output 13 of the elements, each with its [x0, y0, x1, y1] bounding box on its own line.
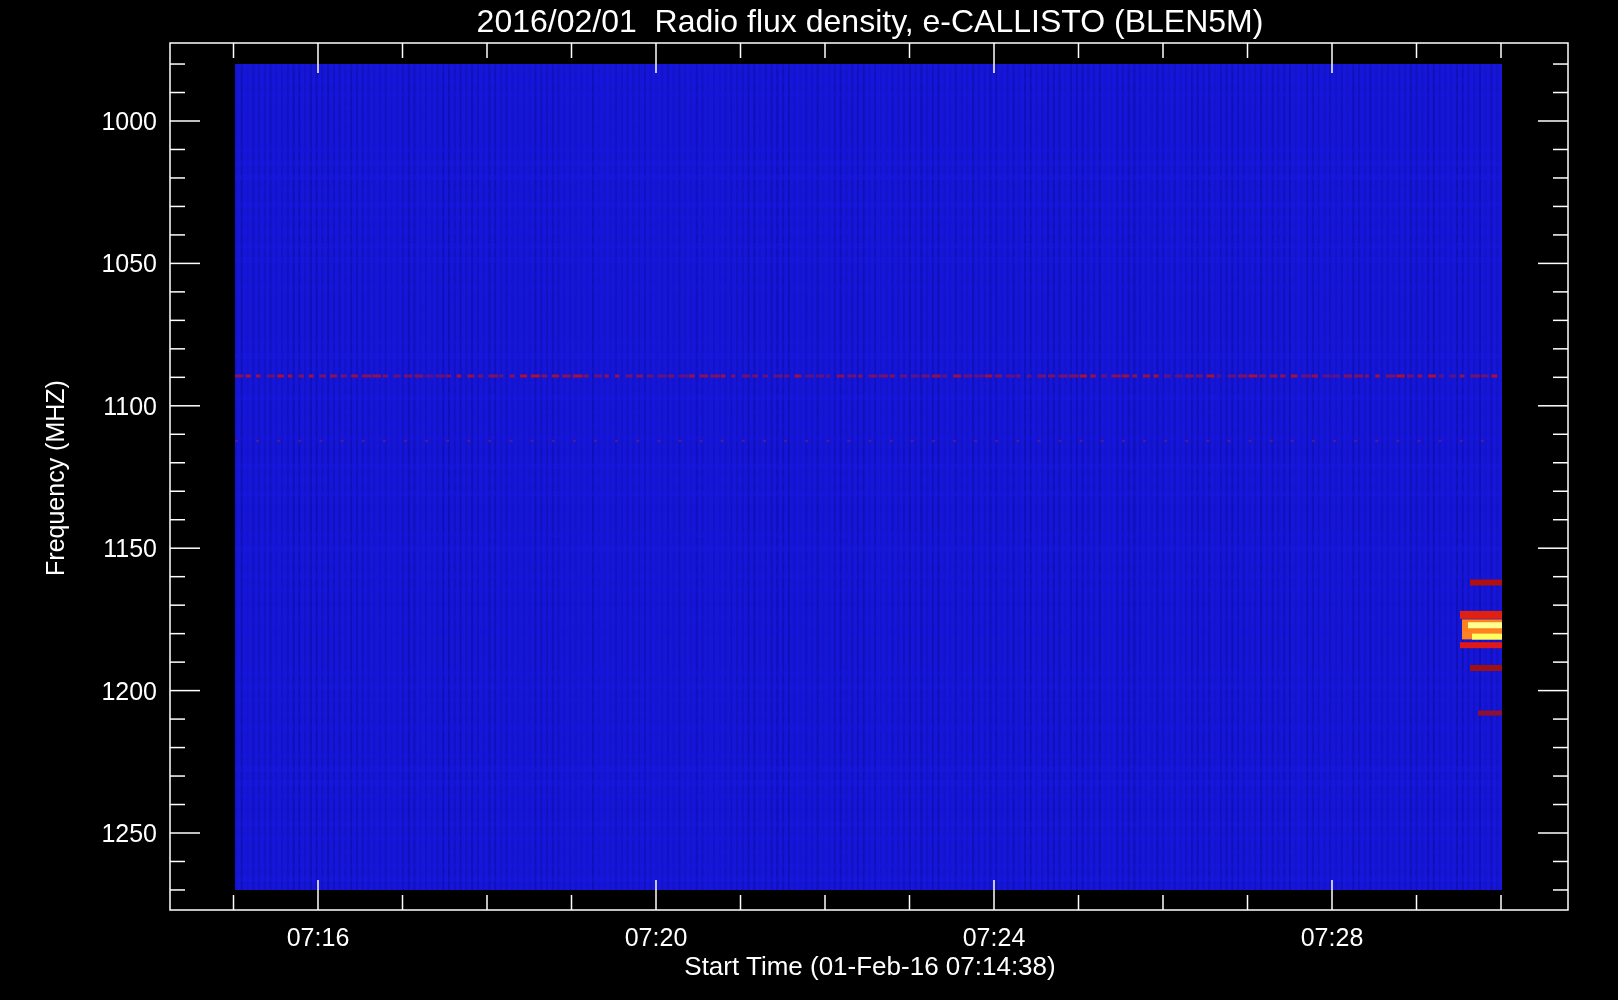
y-tick-label: 1250: [101, 819, 157, 847]
x-tick-label: 07:20: [624, 923, 688, 951]
y-tick-label: 1100: [103, 391, 157, 420]
plot-title: 2016/02/01 Radio flux density, e-CALLISTO (BLEN5M): [476, 3, 1264, 39]
x-tick-label: 07:28: [1300, 923, 1364, 951]
x-axis-label: Start Time (01-Feb-16 07:14:38): [684, 951, 1056, 981]
y-tick-label: 1150: [103, 534, 157, 563]
x-tick-label: 07:16: [286, 923, 350, 951]
y-tick-label: 1050: [101, 249, 157, 278]
x-tick-label: 07:24: [962, 923, 1026, 951]
y-tick-label: 1000: [101, 107, 157, 135]
y-tick-label: 1200: [101, 676, 157, 705]
y-axis-label: Frequency (MHZ): [41, 380, 69, 576]
